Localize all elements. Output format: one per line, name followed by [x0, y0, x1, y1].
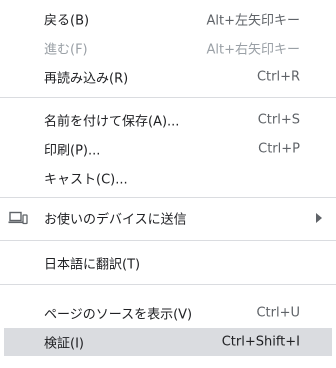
menu-item-shortcut: Alt+左矢印キー: [206, 13, 301, 29]
menu-item-label: 検証(I): [44, 336, 84, 352]
menu-separator: [0, 97, 336, 98]
menu-item-shortcut: Ctrl+S: [257, 112, 300, 128]
menu-item-shortcut: Ctrl+P: [258, 141, 300, 157]
context-menu: 戻る(B) Alt+左矢印キー 進む(F) Alt+右矢印キー 再読み込み(R)…: [0, 0, 336, 368]
menu-item-shortcut: Ctrl+U: [256, 305, 300, 321]
menu-item-shortcut: Ctrl+R: [256, 69, 300, 85]
menu-item-print[interactable]: 印刷(P)... Ctrl+P: [4, 135, 332, 163]
menu-separator: [0, 284, 336, 285]
menu-item-back[interactable]: 戻る(B) Alt+左矢印キー: [4, 5, 332, 33]
menu-item-label: 名前を付けて保存(A)...: [44, 114, 180, 130]
menu-item-label: ページのソースを表示(V): [44, 307, 193, 323]
menu-item-inspect[interactable]: 検証(I) Ctrl+Shift+I: [4, 328, 332, 356]
devices-icon: [8, 211, 28, 225]
menu-item-label: 再読み込み(R): [44, 71, 129, 87]
menu-item-label: キャスト(C)...: [44, 172, 128, 188]
submenu-arrow-icon: [316, 213, 322, 223]
menu-item-label: 印刷(P)...: [44, 143, 101, 159]
menu-item-translate[interactable]: 日本語に翻訳(T): [4, 249, 332, 277]
menu-separator: [0, 240, 336, 241]
menu-item-reload[interactable]: 再読み込み(R) Ctrl+R: [4, 63, 332, 91]
menu-item-send-to-devices[interactable]: お使いのデバイスに送信: [4, 204, 332, 232]
menu-item-label: 進む(F): [44, 42, 88, 58]
menu-item-label: お使いのデバイスに送信: [44, 212, 187, 228]
menu-item-shortcut: Alt+右矢印キー: [206, 42, 301, 58]
menu-item-label: 日本語に翻訳(T): [44, 257, 141, 273]
menu-item-view-source[interactable]: ページのソースを表示(V) Ctrl+U: [4, 299, 332, 327]
menu-item-shortcut: Ctrl+Shift+I: [221, 334, 300, 350]
menu-item-cast[interactable]: キャスト(C)...: [4, 164, 332, 192]
menu-separator: [0, 197, 336, 198]
menu-item-forward[interactable]: 進む(F) Alt+右矢印キー: [4, 34, 332, 62]
menu-item-label: 戻る(B): [44, 13, 90, 29]
menu-item-save-as[interactable]: 名前を付けて保存(A)... Ctrl+S: [4, 106, 332, 134]
